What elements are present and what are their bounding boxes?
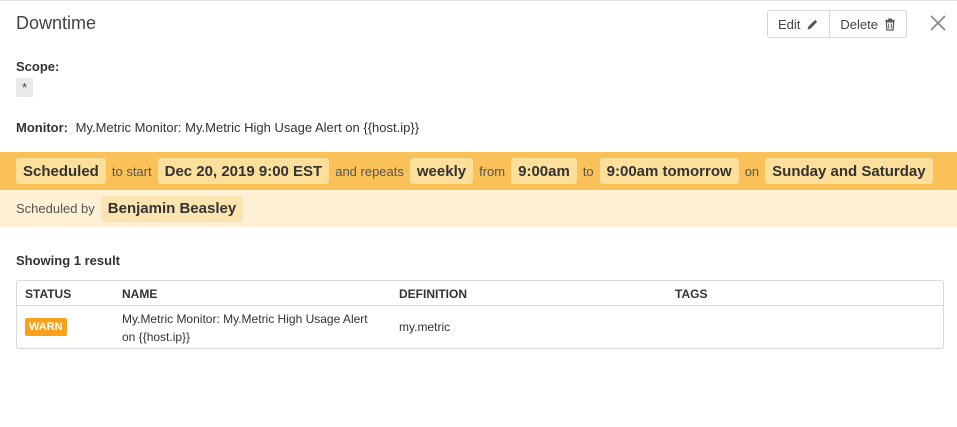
scheduled-by-user: Benjamin Beasley <box>100 195 244 222</box>
top-divider <box>0 0 957 1</box>
schedule-word-on: on <box>744 163 760 179</box>
schedule-word-from: from <box>479 163 506 179</box>
row-name[interactable]: My.Metric Monitor: My.Metric High Usage … <box>122 310 372 346</box>
column-header-definition[interactable]: DEFINITION <box>399 287 467 301</box>
table-row[interactable]: WARN My.Metric Monitor: My.Metric High U… <box>17 306 943 349</box>
scheduled-by-row: Scheduled by Benjamin Beasley <box>0 190 957 227</box>
trash-icon <box>885 17 895 31</box>
scope-label: Scope: <box>16 59 60 74</box>
schedule-start: Dec 20, 2019 9:00 EST <box>157 158 330 184</box>
schedule-status: Scheduled <box>16 158 106 184</box>
row-definition: my.metric <box>399 320 451 334</box>
schedule-to-time: 9:00am tomorrow <box>599 158 739 184</box>
scheduled-by-label: Scheduled by <box>16 201 95 216</box>
schedule-days: Sunday and Saturday <box>765 158 933 184</box>
status-badge: WARN <box>25 318 67 336</box>
delete-button[interactable]: Delete <box>829 11 906 37</box>
close-icon[interactable] <box>929 14 947 32</box>
schedule-from-time: 9:00am <box>511 158 577 184</box>
edit-button[interactable]: Edit <box>768 11 829 37</box>
edit-button-label: Edit <box>778 16 801 32</box>
scope-value: * <box>16 78 33 97</box>
delete-button-label: Delete <box>840 16 878 32</box>
monitor-line: Monitor: My.Metric Monitor: My.Metric Hi… <box>16 120 419 135</box>
header-actions: Edit Delete <box>767 10 907 38</box>
results-table: STATUS NAME DEFINITION TAGS WARN My.Metr… <box>16 280 944 349</box>
table-header: STATUS NAME DEFINITION TAGS <box>17 281 943 306</box>
monitor-label: Monitor: <box>16 120 68 135</box>
results-summary: Showing 1 result <box>16 253 121 268</box>
schedule-word-to: to <box>582 163 594 179</box>
schedule-word-repeats: and repeats <box>335 163 404 179</box>
monitor-value: My.Metric Monitor: My.Metric High Usage … <box>75 120 420 135</box>
column-header-name[interactable]: NAME <box>122 287 157 301</box>
pencil-icon <box>807 19 818 30</box>
page-title: Downtime <box>16 13 97 33</box>
schedule-bar: Scheduled to start Dec 20, 2019 9:00 EST… <box>0 152 957 190</box>
column-header-status[interactable]: STATUS <box>25 287 71 301</box>
schedule-word-to-start: to start <box>111 163 152 179</box>
schedule-frequency: weekly <box>409 158 474 184</box>
column-header-tags[interactable]: TAGS <box>675 287 707 301</box>
